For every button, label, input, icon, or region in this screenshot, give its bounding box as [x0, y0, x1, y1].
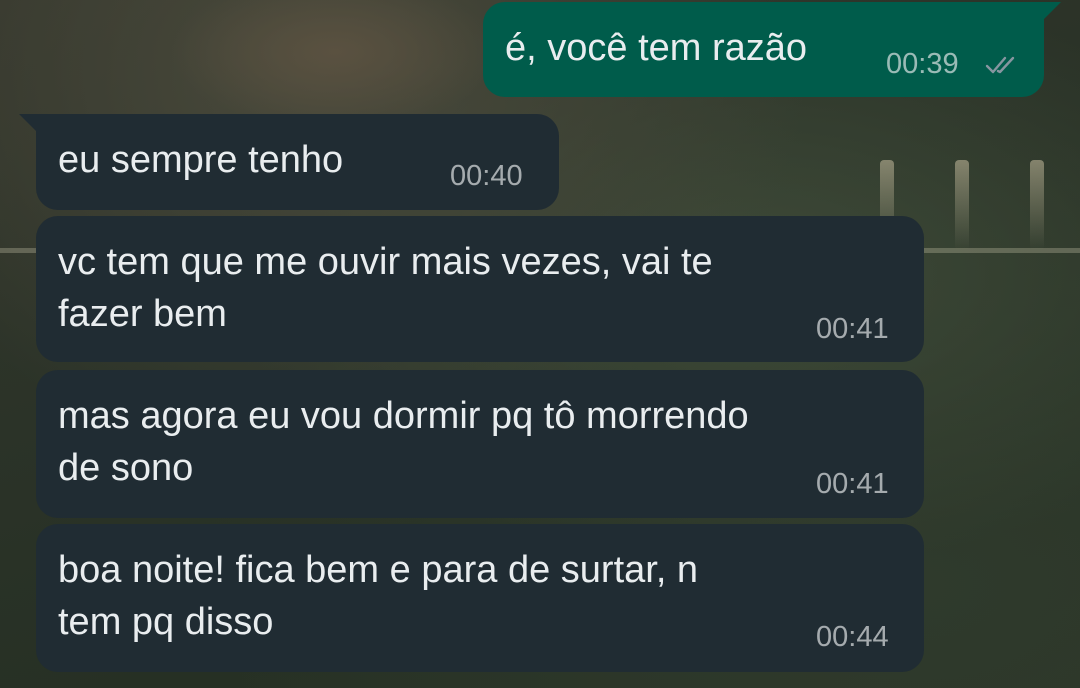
message-time: 00:41	[816, 468, 889, 500]
message-text: é, você tem razão	[505, 27, 808, 69]
bubble-tail	[19, 114, 37, 132]
double-check-icon	[985, 56, 1015, 74]
message-time: 00:40	[450, 160, 523, 192]
message-text: boa noite! fica bem e para de surtar, n …	[58, 549, 699, 643]
message-time: 00:39	[886, 48, 959, 80]
message-bubble-incoming[interactable]: eu sempre tenho 00:40	[19, 114, 559, 210]
message-text: eu sempre tenho	[58, 139, 344, 181]
message-time: 00:44	[816, 621, 889, 653]
background-photo-light	[955, 160, 969, 250]
message-bubble-incoming[interactable]: boa noite! fica bem e para de surtar, n …	[36, 524, 924, 672]
message-bubble-incoming[interactable]: mas agora eu vou dormir pq tô morrendo d…	[36, 370, 924, 518]
message-bubble-outgoing[interactable]: é, você tem razão 00:39	[483, 2, 1061, 97]
message-text: vc tem que me ouvir mais vezes, vai te f…	[58, 241, 713, 335]
message-bubble-incoming[interactable]: vc tem que me ouvir mais vezes, vai te f…	[36, 216, 924, 362]
background-photo-light	[1030, 160, 1044, 250]
message-time: 00:41	[816, 313, 889, 345]
message-text: mas agora eu vou dormir pq tô morrendo d…	[58, 395, 749, 489]
background-photo-figure	[170, 0, 500, 130]
bubble-tail	[1043, 2, 1061, 20]
